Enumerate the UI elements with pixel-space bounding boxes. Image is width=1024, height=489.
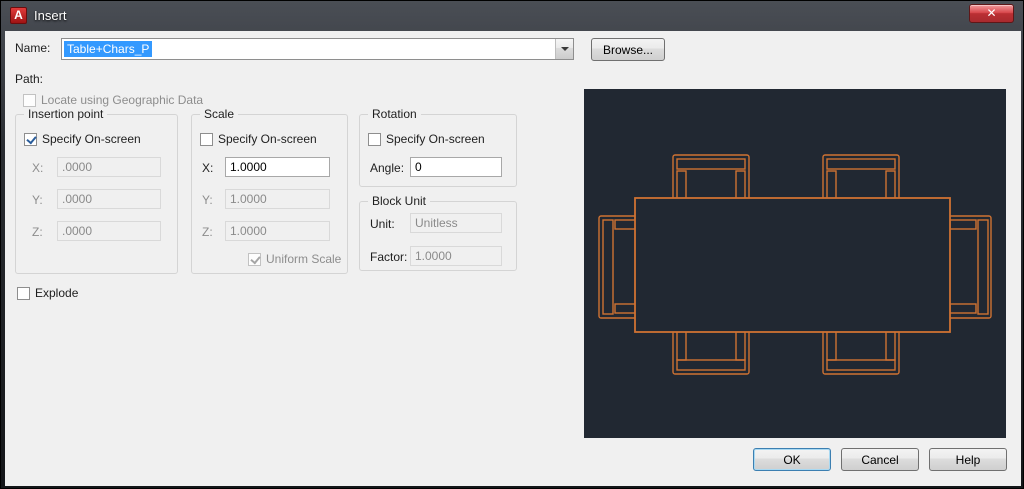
uniform-scale-row: Uniform Scale xyxy=(248,252,341,266)
scale-z-input[interactable] xyxy=(225,221,330,241)
insert-dialog: A Insert ✕ Name: Table+Chars_P Browse...… xyxy=(0,0,1024,489)
insertion-z-input[interactable] xyxy=(57,221,161,241)
rotation-specify-checkbox[interactable] xyxy=(368,132,381,146)
uniform-scale-checkbox[interactable] xyxy=(248,252,261,266)
explode-row: Explode xyxy=(17,286,78,300)
ok-button[interactable]: OK xyxy=(753,448,831,471)
insertion-z-label: Z: xyxy=(32,225,43,239)
block-unit-title: Block Unit xyxy=(368,194,431,208)
combo-dropdown-button[interactable] xyxy=(555,39,573,59)
autocad-logo-icon: A xyxy=(10,7,27,24)
uniform-scale-label: Uniform Scale xyxy=(266,252,342,266)
scale-x-label: X: xyxy=(202,161,214,175)
path-label: Path: xyxy=(15,72,44,86)
table-drawing xyxy=(634,197,951,333)
name-combobox[interactable]: Table+Chars_P xyxy=(61,38,574,60)
block-unit-group: Block Unit Unit: Factor: xyxy=(359,194,517,271)
block-factor-label: Factor: xyxy=(370,250,408,264)
explode-label: Explode xyxy=(35,286,79,300)
geo-data-label: Locate using Geographic Data xyxy=(41,93,204,107)
rotation-title: Rotation xyxy=(368,107,421,121)
window-title: Insert xyxy=(34,8,67,23)
close-icon: ✕ xyxy=(986,6,997,20)
scale-z-label: Z: xyxy=(202,225,213,239)
scale-x-input[interactable] xyxy=(225,157,330,177)
rotation-specify-row: Specify On-screen xyxy=(368,132,485,146)
help-button[interactable]: Help xyxy=(929,448,1007,471)
insertion-y-input[interactable] xyxy=(57,189,161,209)
insertion-point-group: Insertion point Specify On-screen X: Y: … xyxy=(15,107,178,274)
rotation-group: Rotation Specify On-screen Angle: xyxy=(359,107,517,187)
explode-checkbox[interactable] xyxy=(17,286,30,300)
scale-title: Scale xyxy=(200,107,239,121)
scale-y-input[interactable] xyxy=(225,189,330,209)
geo-data-row: Locate using Geographic Data xyxy=(23,93,203,107)
insertion-specify-label: Specify On-screen xyxy=(42,132,141,146)
name-combobox-value: Table+Chars_P xyxy=(64,41,153,57)
insertion-x-label: X: xyxy=(32,161,44,175)
insertion-specify-checkbox[interactable] xyxy=(24,132,37,146)
titlebar[interactable]: A Insert ✕ xyxy=(1,1,1023,31)
insertion-y-label: Y: xyxy=(32,193,43,207)
name-label: Name: xyxy=(15,41,51,55)
scale-y-label: Y: xyxy=(202,193,213,207)
scale-specify-checkbox[interactable] xyxy=(200,132,213,146)
insertion-specify-row: Specify On-screen xyxy=(24,132,141,146)
rotation-specify-label: Specify On-screen xyxy=(386,132,485,146)
block-unit-input[interactable] xyxy=(410,213,502,233)
dialog-body: Name: Table+Chars_P Browse... Path: Loca… xyxy=(5,31,1021,486)
insertion-point-title: Insertion point xyxy=(24,107,108,121)
scale-group: Scale Specify On-screen X: Y: Z: Uniform… xyxy=(191,107,348,274)
browse-button[interactable]: Browse... xyxy=(591,38,665,61)
rotation-angle-input[interactable] xyxy=(410,157,502,177)
insertion-x-input[interactable] xyxy=(57,157,161,177)
scale-specify-row: Specify On-screen xyxy=(200,132,317,146)
cancel-button[interactable]: Cancel xyxy=(841,448,919,471)
block-unit-label: Unit: xyxy=(370,217,395,231)
block-preview-panel xyxy=(584,89,1006,438)
scale-specify-label: Specify On-screen xyxy=(218,132,317,146)
block-factor-input[interactable] xyxy=(410,246,502,266)
close-button[interactable]: ✕ xyxy=(969,4,1014,23)
geo-data-checkbox[interactable] xyxy=(23,93,36,107)
chevron-down-icon xyxy=(560,47,569,51)
block-preview-drawing xyxy=(598,154,992,375)
rotation-angle-label: Angle: xyxy=(370,161,405,175)
